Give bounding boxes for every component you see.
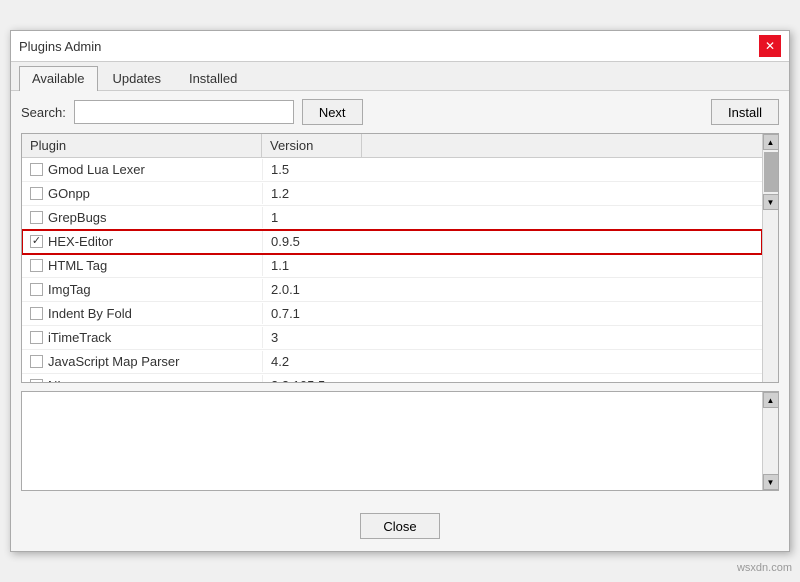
plugin-checkbox[interactable]: ✓ bbox=[30, 235, 43, 248]
close-window-button[interactable]: ✕ bbox=[759, 35, 781, 57]
plugin-name: NL... bbox=[48, 378, 75, 382]
col-version: Version bbox=[262, 134, 362, 157]
tab-bar: Available Updates Installed bbox=[11, 62, 789, 91]
plugin-name-cell: Gmod Lua Lexer bbox=[22, 159, 262, 180]
plugin-name: Gmod Lua Lexer bbox=[48, 162, 145, 177]
desc-scroll-down[interactable]: ▼ bbox=[763, 474, 779, 490]
plugin-name-cell: Indent By Fold bbox=[22, 303, 262, 324]
plugin-checkbox[interactable] bbox=[30, 259, 43, 272]
plugin-name-cell: iTimeTrack bbox=[22, 327, 262, 348]
plugin-checkbox[interactable] bbox=[30, 283, 43, 296]
plugin-checkbox[interactable] bbox=[30, 307, 43, 320]
plugin-version: 1.1 bbox=[262, 255, 362, 276]
search-label: Search: bbox=[21, 105, 66, 120]
table-row[interactable]: iTimeTrack 3 bbox=[22, 326, 762, 350]
watermark: wsxdn.com bbox=[737, 562, 792, 574]
plugin-version: 3 bbox=[262, 327, 362, 348]
window-title: Plugins Admin bbox=[19, 39, 101, 54]
close-button[interactable]: Close bbox=[360, 513, 440, 539]
plugin-name: Indent By Fold bbox=[48, 306, 132, 321]
plugin-version: 1 bbox=[262, 207, 362, 228]
plugin-checkbox[interactable] bbox=[30, 355, 43, 368]
tab-updates[interactable]: Updates bbox=[100, 66, 174, 90]
plugin-name-cell: HTML Tag bbox=[22, 255, 262, 276]
plugin-name-cell: ✓ HEX-Editor bbox=[22, 231, 262, 252]
plugin-checkbox[interactable] bbox=[30, 163, 43, 176]
plugin-table: Plugin Version Gmod Lua Lexer 1.5 GOnpp 1.2… bbox=[22, 134, 762, 382]
plugin-version: 0.7.1 bbox=[262, 303, 362, 324]
title-bar: Plugins Admin ✕ bbox=[11, 31, 789, 62]
plugin-version: 0.9.5 bbox=[262, 231, 362, 252]
plugin-name-cell: ImgTag bbox=[22, 279, 262, 300]
plugin-checkbox[interactable] bbox=[30, 331, 43, 344]
scroll-down-button[interactable]: ▼ bbox=[763, 194, 779, 210]
table-row[interactable]: NL... 2.3.105.5 bbox=[22, 374, 762, 382]
plugin-name: JavaScript Map Parser bbox=[48, 354, 180, 369]
table-row[interactable]: Gmod Lua Lexer 1.5 bbox=[22, 158, 762, 182]
table-row[interactable]: ✓ HEX-Editor 0.9.5 bbox=[22, 230, 762, 254]
tab-available[interactable]: Available bbox=[19, 66, 98, 91]
table-row[interactable]: ImgTag 2.0.1 bbox=[22, 278, 762, 302]
plugin-version: 1.2 bbox=[262, 183, 362, 204]
col-plugin: Plugin bbox=[22, 134, 262, 157]
plugin-version: 1.5 bbox=[262, 159, 362, 180]
table-row[interactable]: Indent By Fold 0.7.1 bbox=[22, 302, 762, 326]
install-button[interactable]: Install bbox=[711, 99, 779, 125]
plugin-name: GrepBugs bbox=[48, 210, 107, 225]
table-row[interactable]: GrepBugs 1 bbox=[22, 206, 762, 230]
plugin-name-cell: GrepBugs bbox=[22, 207, 262, 228]
plugin-version: 4.2 bbox=[262, 351, 362, 372]
plugin-version: 2.3.105.5 bbox=[262, 375, 362, 382]
plugin-checkbox[interactable] bbox=[30, 379, 43, 382]
dialog: Plugins Admin ✕ Available Updates Instal… bbox=[10, 30, 790, 552]
plugin-version: 2.0.1 bbox=[262, 279, 362, 300]
plugin-checkbox[interactable] bbox=[30, 187, 43, 200]
plugin-checkbox[interactable] bbox=[30, 211, 43, 224]
table-row[interactable]: GOnpp 1.2 bbox=[22, 182, 762, 206]
plugin-name: ImgTag bbox=[48, 282, 91, 297]
table-row[interactable]: HTML Tag 1.1 bbox=[22, 254, 762, 278]
description-content bbox=[22, 392, 762, 490]
tab-installed[interactable]: Installed bbox=[176, 66, 250, 90]
content-area: Plugin Version Gmod Lua Lexer 1.5 GOnpp 1.2… bbox=[11, 133, 789, 501]
plugin-name-cell: GOnpp bbox=[22, 183, 262, 204]
table-header: Plugin Version bbox=[22, 134, 762, 158]
footer: Close bbox=[11, 501, 789, 551]
scroll-thumb[interactable] bbox=[764, 152, 778, 192]
desc-scroll-up[interactable]: ▲ bbox=[763, 392, 779, 408]
plugin-name: GOnpp bbox=[48, 186, 90, 201]
search-input[interactable] bbox=[74, 100, 294, 124]
plugin-name: HEX-Editor bbox=[48, 234, 113, 249]
desc-scrollbar[interactable]: ▲ ▼ bbox=[762, 392, 778, 490]
plugin-name: iTimeTrack bbox=[48, 330, 111, 345]
description-area: ▲ ▼ bbox=[21, 391, 779, 491]
table-row[interactable]: JavaScript Map Parser 4.2 bbox=[22, 350, 762, 374]
plugin-name-cell: JavaScript Map Parser bbox=[22, 351, 262, 372]
scroll-up-button[interactable]: ▲ bbox=[763, 134, 779, 150]
plugin-name-cell: NL... bbox=[22, 375, 262, 382]
plugin-table-container: Plugin Version Gmod Lua Lexer 1.5 GOnpp 1.2… bbox=[21, 133, 779, 383]
plugin-name: HTML Tag bbox=[48, 258, 107, 273]
next-button[interactable]: Next bbox=[302, 99, 363, 125]
toolbar: Search: Next Install bbox=[11, 91, 789, 133]
table-scrollbar[interactable]: ▲ ▼ bbox=[762, 134, 778, 382]
